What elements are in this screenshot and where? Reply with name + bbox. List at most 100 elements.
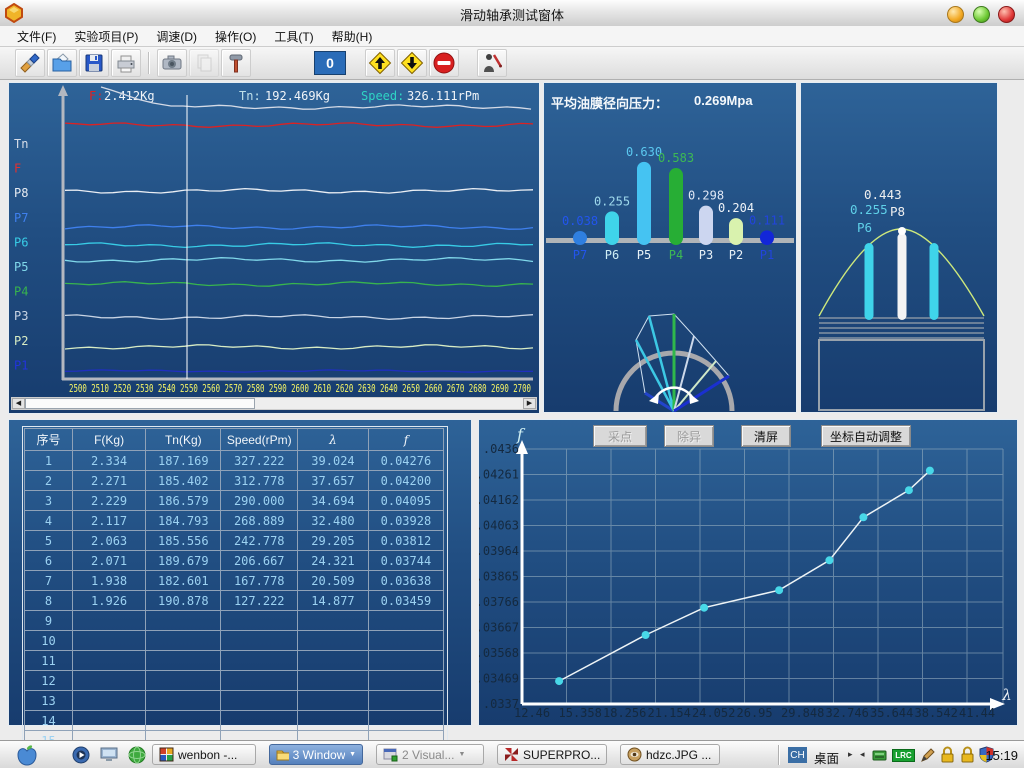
- scroll-right-button[interactable]: ▶: [523, 398, 536, 409]
- pressure-value-P4: 0.583: [658, 151, 694, 165]
- x-tick-label: 35.644: [870, 706, 913, 720]
- readout-value-1: 192.469Kg: [265, 89, 330, 103]
- menu-item-1[interactable]: 实验项目(P): [65, 26, 147, 47]
- table-row[interactable]: 22.271185.402312.77837.6570.04200: [25, 471, 444, 491]
- pressure-value-P6: 0.255: [594, 194, 630, 208]
- table-row[interactable]: 11: [25, 651, 444, 671]
- horizontal-scrollbar[interactable]: ◀ ▶: [11, 397, 537, 410]
- p6-name-label: P6: [857, 220, 872, 235]
- capture-button[interactable]: [157, 49, 187, 77]
- table-cell: 2.334: [72, 451, 145, 471]
- task-dropdown-arrow[interactable]: ▼: [458, 751, 465, 758]
- table-row[interactable]: 12.334187.169327.22239.0240.04276: [25, 451, 444, 471]
- close-button[interactable]: [998, 6, 1015, 23]
- table-row[interactable]: 9: [25, 611, 444, 631]
- bar-right: [930, 243, 939, 320]
- open-file-button[interactable]: [47, 49, 77, 77]
- speed-up-button[interactable]: [365, 49, 395, 77]
- save-button[interactable]: [79, 49, 109, 77]
- speed-down-icon: [400, 51, 424, 75]
- menu-item-3[interactable]: 操作(O): [206, 26, 265, 47]
- trace-P6: [65, 243, 533, 248]
- display-icon[interactable]: [100, 747, 120, 763]
- print-button[interactable]: [111, 49, 141, 77]
- trace-P2: [65, 345, 533, 349]
- y-label-P1: P1: [14, 358, 28, 372]
- x-tick-labels: 2500 2510 2520 2530 2540 2550 2560 2570 …: [69, 382, 531, 395]
- bar-p8: [898, 233, 907, 320]
- table-cell: 0.03638: [368, 571, 443, 591]
- expand-right-chevron[interactable]: ▸: [848, 749, 853, 760]
- scroll-left-button[interactable]: ◀: [12, 398, 25, 409]
- wizard-button[interactable]: [477, 49, 507, 77]
- table-row[interactable]: 52.063185.556242.77829.2050.03812: [25, 531, 444, 551]
- maximize-button[interactable]: [973, 6, 990, 23]
- scrollbar-thumb[interactable]: [25, 398, 255, 409]
- data-point: [859, 513, 867, 521]
- table-cell: [221, 611, 298, 631]
- grid-lines: [522, 449, 1003, 704]
- table-cell: 182.601: [146, 571, 221, 591]
- language-indicator[interactable]: CH: [788, 747, 807, 763]
- table-cell: 327.222: [221, 451, 298, 471]
- bar-p6: [865, 243, 874, 320]
- table-row[interactable]: 13: [25, 691, 444, 711]
- lock-tray-icon[interactable]: [940, 746, 955, 763]
- minimize-button[interactable]: [947, 6, 964, 23]
- wizard-person-icon: [480, 51, 504, 75]
- menu-item-4[interactable]: 工具(T): [265, 26, 322, 47]
- table-cell: 185.402: [146, 471, 221, 491]
- task-dropdown-arrow[interactable]: ▼: [349, 751, 356, 758]
- title-bar[interactable]: 滑动轴承测试窗体: [0, 0, 1024, 27]
- task-button-2[interactable]: 2 Visual...▼: [376, 744, 484, 765]
- desktop-toolbar-label[interactable]: 桌面: [814, 748, 839, 767]
- pressure-name-P3: P3: [699, 248, 713, 262]
- task-button-3[interactable]: SUPERPRO...: [497, 744, 607, 765]
- pressure-name-P4: P4: [669, 248, 683, 262]
- lrc-tray-badge[interactable]: LRC: [892, 749, 915, 762]
- table-cell: 1.926: [72, 591, 145, 611]
- y-tick-label: .03766: [479, 595, 519, 609]
- task-button-0[interactable]: wenbon -...: [152, 744, 256, 765]
- application-window: 滑动轴承测试窗体 文件(F)实验项目(P)调速(D)操作(O)工具(T)帮助(H…: [0, 0, 1024, 768]
- table-row[interactable]: 10: [25, 631, 444, 651]
- task-button-1[interactable]: 3 Window...▼: [269, 744, 363, 765]
- browser-globe-icon[interactable]: [128, 746, 146, 764]
- table-cell: [368, 711, 443, 731]
- table-row[interactable]: 62.071189.679206.66724.3210.03744: [25, 551, 444, 571]
- task-button-4[interactable]: hdzc.JPG ...: [620, 744, 720, 765]
- table-row[interactable]: 71.938182.601167.77820.5090.03638: [25, 571, 444, 591]
- table-row[interactable]: 81.926190.878127.22214.8770.03459: [25, 591, 444, 611]
- table-cell: 8: [25, 591, 73, 611]
- menu-item-5[interactable]: 帮助(H): [323, 26, 382, 47]
- friction-chart: .0436.04261.04162.04063.03964.03865.0376…: [479, 420, 1017, 725]
- table-row[interactable]: 12: [25, 671, 444, 691]
- media-player-icon[interactable]: [72, 746, 90, 764]
- pressure-bar-P7: [573, 231, 587, 245]
- trace-P3: [65, 315, 533, 320]
- usb-device-tray-icon[interactable]: [872, 748, 888, 762]
- table-row[interactable]: 14: [25, 711, 444, 731]
- speed-down-button[interactable]: [397, 49, 427, 77]
- table-cell: [368, 671, 443, 691]
- apple-menu-icon[interactable]: [16, 744, 38, 766]
- table-row[interactable]: 32.229186.579290.00034.6940.04095: [25, 491, 444, 511]
- pressure-value-P5: 0.630: [626, 145, 662, 159]
- copy-pages-button[interactable]: [189, 49, 219, 77]
- table-cell: [72, 631, 145, 651]
- brush-tool-button[interactable]: [15, 49, 45, 77]
- table-cell: [221, 691, 298, 711]
- pencil-tray-icon[interactable]: [920, 747, 936, 763]
- data-point: [926, 467, 934, 475]
- pressure-name-P2: P2: [729, 248, 743, 262]
- table-cell: 0.04276: [368, 451, 443, 471]
- table-cell: 0.04095: [368, 491, 443, 511]
- hammer-tool-button[interactable]: [221, 49, 251, 77]
- collapse-left-chevron[interactable]: ◂: [860, 749, 865, 760]
- lock2-tray-icon[interactable]: [960, 746, 975, 763]
- menu-item-2[interactable]: 调速(D): [147, 26, 206, 47]
- table-row[interactable]: 42.117184.793268.88932.4800.03928: [25, 511, 444, 531]
- menu-item-0[interactable]: 文件(F): [8, 26, 65, 47]
- data-point: [775, 586, 783, 594]
- stop-button[interactable]: [429, 49, 459, 77]
